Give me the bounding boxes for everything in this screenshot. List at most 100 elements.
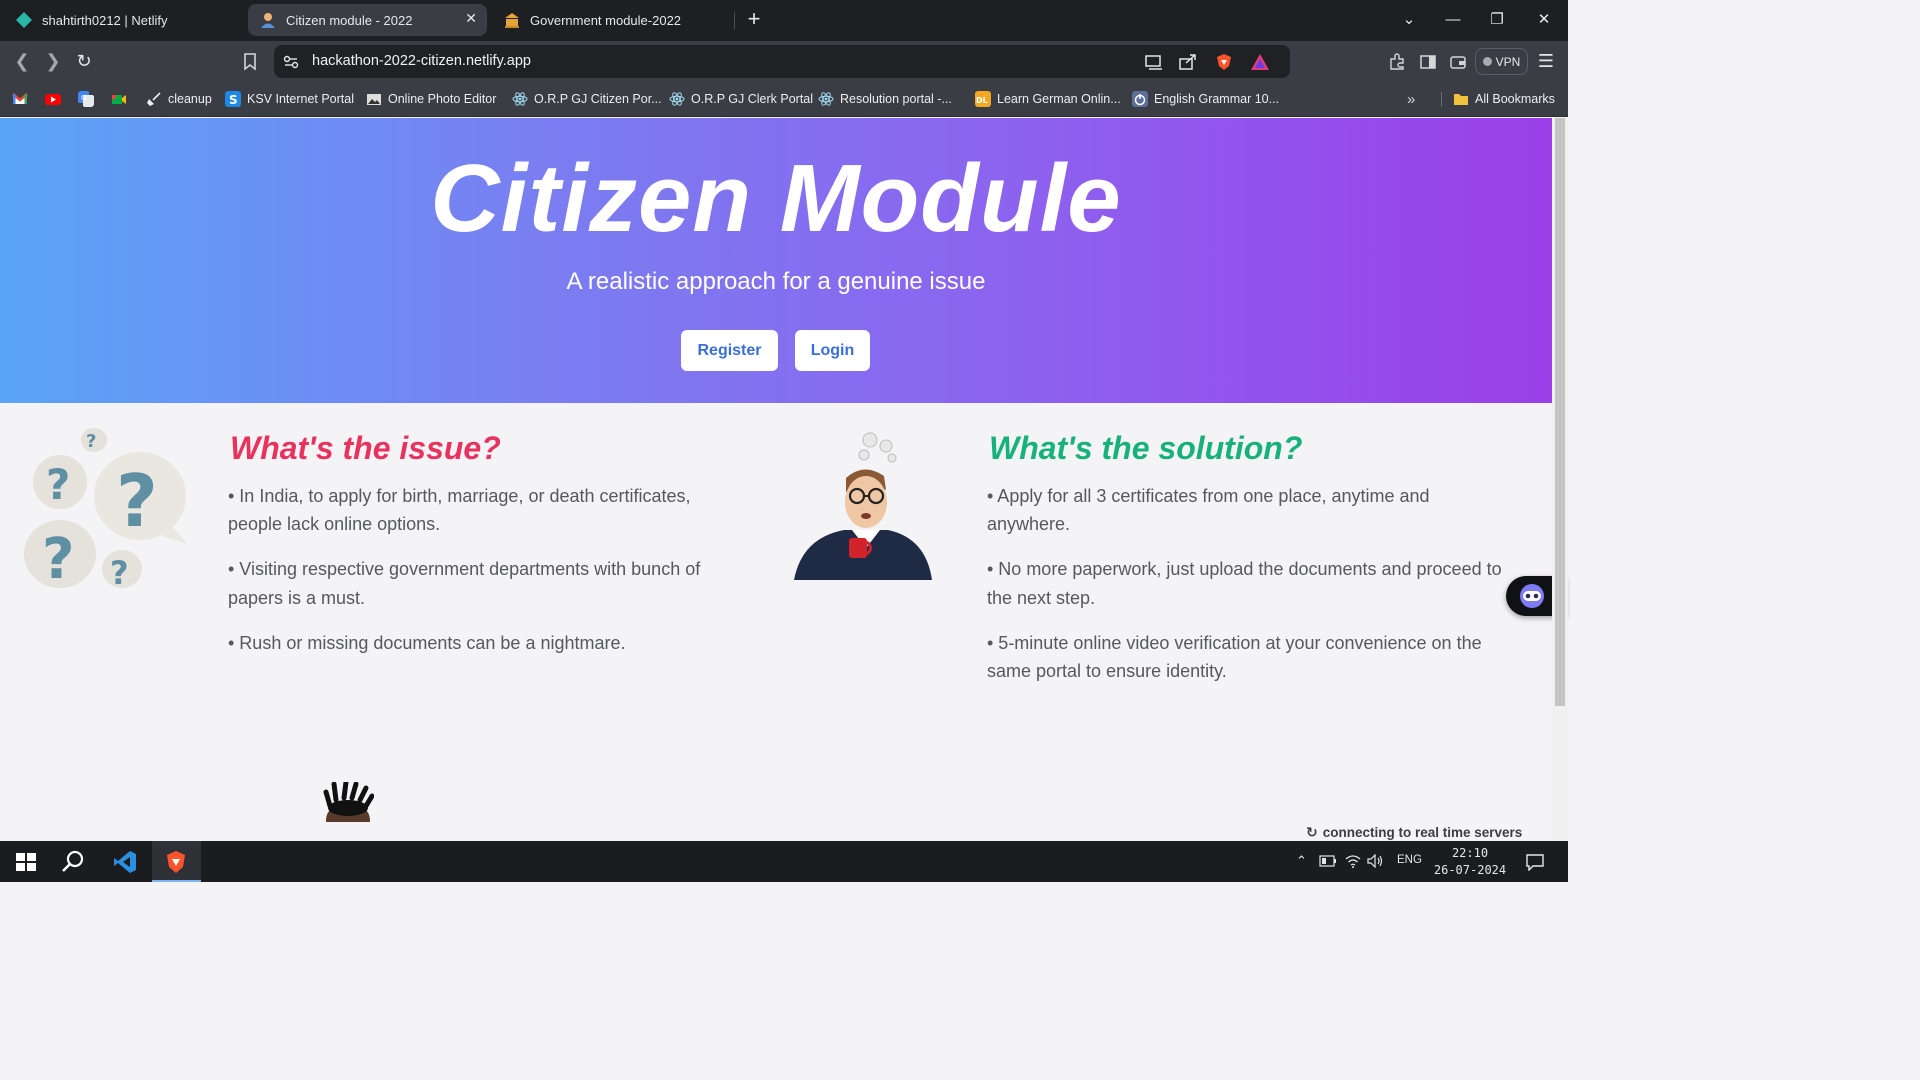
svg-text:G: G [81,94,86,102]
tab-bar: shahtirth0212 | Netlify Citizen module -… [0,0,1568,41]
brave-rewards-icon[interactable] [1250,53,1270,71]
tab-search-chevron-icon[interactable]: ⌄ [1399,8,1419,32]
bookmark-orp-clerk[interactable]: O.R.P GJ Clerk Portal [669,89,813,109]
solution-bullet-3-cont: same portal to ensure identity. [987,661,1227,681]
bookmark-google-meet[interactable] [111,89,133,109]
sidebar-icon[interactable] [1419,53,1437,71]
windows-start-icon[interactable] [13,849,39,875]
bookmark-label: English Grammar 10... [1154,92,1280,106]
restore-icon[interactable]: ❐ [1487,8,1507,32]
volume-icon[interactable] [1367,854,1385,868]
clock-time: 22:10 [1451,846,1489,860]
react-icon [512,92,528,106]
bookmark-label: O.R.P GJ Citizen Por... [534,92,662,106]
bookmark-orp-citizen[interactable]: O.R.P GJ Citizen Por... [512,89,662,109]
share-icon[interactable] [1178,53,1198,71]
bookmark-youtube[interactable] [45,89,67,109]
brave-shields-icon[interactable] [1214,53,1234,71]
thinking-person-illustration [794,432,932,580]
bookmark-label: Online Photo Editor [388,92,497,106]
solution-bullet-1: • Apply for all 3 certificates from one … [987,486,1430,506]
url-text: hackathon-2022-citizen.netlify.app [312,53,531,69]
power-icon [1132,91,1148,107]
gmail-icon [12,93,28,104]
folder-icon [1454,94,1468,105]
extensions-icon[interactable] [1388,53,1406,71]
google-meet-icon [112,95,126,104]
tab-title: Government module-2022 [530,12,682,28]
bookmark-english-grammar[interactable]: English Grammar 10... [1132,89,1279,109]
react-icon [818,92,834,106]
bookmark-ksv-portal[interactable]: S KSV Internet Portal [225,89,354,109]
all-bookmarks-label: All Bookmarks [1475,92,1555,106]
tab-netlify[interactable]: shahtirth0212 | Netlify [4,4,242,36]
page-scrollbar[interactable] [1552,118,1568,841]
hero-title: Citizen Module [430,145,1122,252]
search-icon[interactable] [60,849,86,875]
issue-title: What's the issue? [230,430,501,466]
brave-browser-icon[interactable] [163,849,189,875]
svg-text:?: ? [110,554,129,592]
bookmark-photo-editor[interactable]: Online Photo Editor [366,89,496,109]
notifications-icon[interactable] [1525,853,1545,871]
login-button[interactable]: Login [795,330,870,371]
bookmark-label: O.R.P GJ Clerk Portal [691,92,814,106]
hero-section: Citizen Module A realistic approach for … [0,118,1552,403]
bookmark-label: cleanup [168,92,212,106]
vscode-icon[interactable] [112,849,138,875]
close-window-icon[interactable]: ✕ [1534,8,1554,32]
svg-text:DL: DL [976,96,988,105]
vpn-status-icon [1482,57,1492,66]
bookmark-gmail[interactable] [12,89,34,109]
google-translate-icon: G [78,91,94,107]
government-building-icon [505,13,519,28]
more-bookmarks-icon[interactable]: » [1407,89,1415,109]
issue-bullet-2-cont: papers is a must. [228,588,366,608]
language-indicator[interactable]: ENG [1397,854,1422,866]
clock[interactable]: 22:10 26-07-2024 [1432,845,1508,879]
dl-icon: DL [975,91,991,107]
react-icon [669,92,685,106]
clock-date: 26-07-2024 [1433,863,1507,877]
close-tab-icon[interactable]: ✕ [465,10,477,27]
reload-icon[interactable]: ↻ [72,49,96,73]
character-illustration [323,782,374,822]
battery-icon[interactable] [1319,855,1337,867]
svg-text:?: ? [86,431,96,452]
question-bubbles-illustration: ? ? ? ? ? [24,428,187,592]
bookmark-learn-german[interactable]: DL Learn German Onlin... [975,89,1121,109]
show-hidden-icons-icon[interactable]: ⌃ [1296,853,1307,869]
minimize-icon[interactable]: — [1443,8,1463,32]
solution-bullet-3: • 5-minute online video verification at … [987,633,1482,653]
register-button[interactable]: Register [681,330,778,371]
menu-icon[interactable]: ☰ [1534,49,1558,73]
tab-title: Citizen module - 2022 [286,12,413,28]
scrollbar-thumb[interactable] [1555,118,1565,706]
youtube-icon [45,94,61,105]
svg-text:?: ? [46,460,70,509]
cast-icon[interactable] [1144,53,1164,71]
vpn-button[interactable]: VPN [1475,48,1528,75]
bookmark-resolution-portal[interactable]: Resolution portal -... [818,89,952,109]
all-bookmarks-folder[interactable]: All Bookmarks [1453,89,1555,109]
bookmarks-divider [1441,92,1442,107]
bookmark-cleanup[interactable]: cleanup [146,89,212,109]
new-tab-button[interactable]: + [744,8,764,32]
wifi-icon[interactable] [1345,854,1361,868]
bookmark-google-translate[interactable]: G [78,89,100,109]
back-icon[interactable]: ❮ [10,49,34,73]
forward-icon[interactable]: ❯ [41,49,65,73]
tab-government-module[interactable]: Government module-2022 [492,4,730,36]
bookmark-label: Resolution portal -... [840,92,952,106]
solution-bullet-2: • No more paperwork, just upload the doc… [987,559,1502,579]
photo-editor-icon [367,94,381,105]
wallet-icon[interactable] [1449,53,1467,71]
bookmark-icon[interactable] [243,53,257,71]
svg-text:?: ? [116,459,158,543]
address-bar[interactable]: hackathon-2022-citizen.netlify.app [274,45,1290,78]
tab-citizen-module[interactable]: Citizen module - 2022 ✕ [248,4,487,36]
connection-status: ↻ connecting to real time servers [1306,824,1522,841]
svg-text:S: S [229,93,238,107]
site-settings-icon[interactable] [283,54,299,70]
browser-toolbar: ❮ ❯ ↻ hackathon-2022-citizen.netlify.app… [0,41,1568,82]
